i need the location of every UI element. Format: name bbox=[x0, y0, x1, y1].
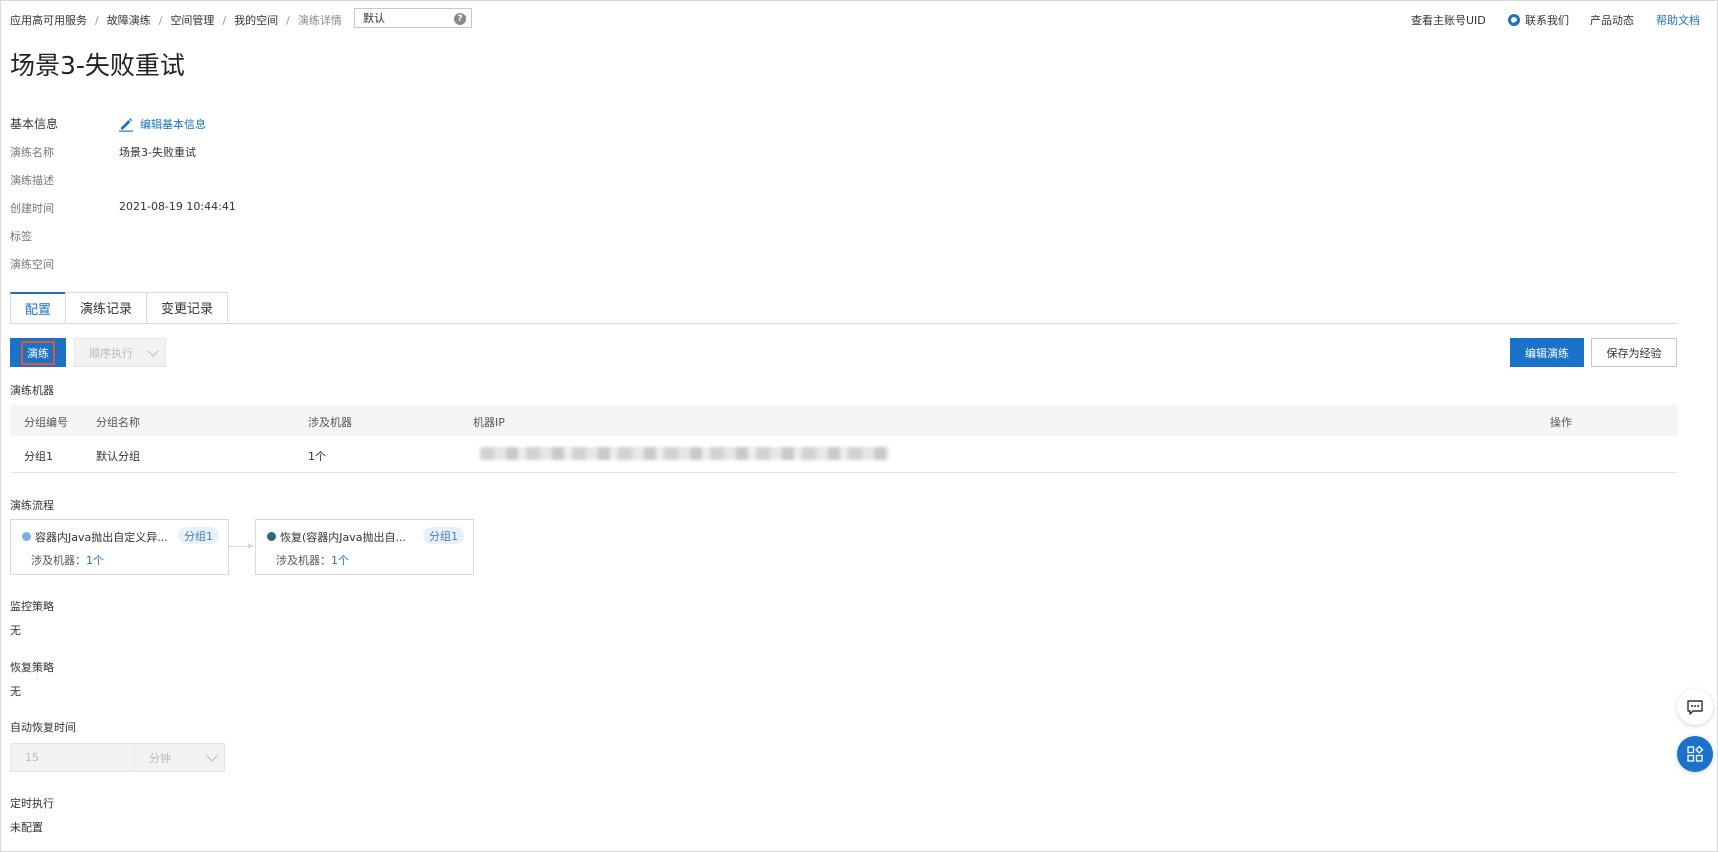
help-icon[interactable]: ? bbox=[454, 13, 466, 25]
save-as-experience-button[interactable]: 保存为经验 bbox=[1591, 338, 1677, 367]
info-value-created-time: 2021-08-19 10:44:41 bbox=[119, 200, 236, 213]
info-key-created-time: 创建时间 bbox=[10, 202, 54, 215]
column-header-machines: 涉及机器 bbox=[308, 416, 352, 429]
machines-section-title: 演练机器 bbox=[10, 384, 54, 397]
flow-node-title: 恢复(容器内Java抛出自... bbox=[280, 531, 407, 544]
chevron-down-icon bbox=[206, 749, 218, 762]
drill-button[interactable]: 演练 bbox=[10, 338, 66, 367]
breadcrumb-separator: / bbox=[158, 13, 163, 27]
status-dot-icon bbox=[22, 532, 31, 541]
flow-node-recover[interactable]: 恢复(容器内Java抛出自... 分组1 涉及机器：1个 bbox=[255, 519, 474, 575]
schedule-label: 定时执行 bbox=[10, 797, 54, 810]
breadcrumb-separator: / bbox=[95, 13, 99, 27]
recovery-strategy-label: 恢复策略 bbox=[10, 661, 54, 674]
exec-mode-value: 顺序执行 bbox=[89, 346, 133, 360]
flow-node-group-tag: 分组1 bbox=[423, 527, 464, 544]
edit-drill-button[interactable]: 编辑演练 bbox=[1510, 338, 1584, 367]
flow-node-machines-value[interactable]: 1个 bbox=[86, 554, 104, 567]
contact-us-label: 联系我们 bbox=[1525, 14, 1569, 27]
monitor-strategy-label: 监控策略 bbox=[10, 600, 54, 613]
breadcrumb-item-my-space[interactable]: 我的空间 bbox=[234, 12, 278, 28]
edit-icon bbox=[119, 118, 133, 132]
column-header-operations: 操作 bbox=[1550, 416, 1572, 429]
flow-node-machines-label: 涉及机器： bbox=[276, 554, 331, 567]
machine-ip-redacted bbox=[480, 447, 890, 460]
flow-node-machines-label: 涉及机器： bbox=[31, 554, 86, 567]
flow-node-title: 容器内Java抛出自定义异... bbox=[35, 531, 168, 544]
apps-grid-icon bbox=[1687, 745, 1704, 762]
recovery-strategy-value: 无 bbox=[10, 685, 21, 698]
breadcrumb-separator: / bbox=[286, 13, 290, 27]
tab-change-records[interactable]: 变更记录 bbox=[146, 292, 229, 322]
column-header-machine-ip: 机器IP bbox=[473, 416, 505, 429]
breadcrumb-item-service[interactable]: 应用高可用服务 bbox=[10, 12, 87, 28]
info-key-tags: 标签 bbox=[10, 230, 32, 243]
machines-table-header: 分组编号 分组名称 涉及机器 机器IP 操作 bbox=[10, 405, 1678, 436]
flow-node-inject[interactable]: 容器内Java抛出自定义异... 分组1 涉及机器：1个 bbox=[10, 519, 229, 575]
contact-us-link[interactable]: 联系我们 bbox=[1508, 12, 1569, 28]
column-header-group-name: 分组名称 bbox=[96, 416, 140, 429]
chevron-down-icon bbox=[147, 344, 159, 357]
tab-divider bbox=[10, 323, 1678, 324]
breadcrumb-separator: / bbox=[222, 13, 227, 27]
view-uid-link[interactable]: 查看主账号UID bbox=[1411, 12, 1486, 28]
auto-recover-unit-select: 分钟 bbox=[135, 743, 225, 772]
auto-recover-input: 15 bbox=[10, 743, 135, 772]
edit-basic-info-label: 编辑基本信息 bbox=[140, 118, 206, 131]
schedule-value: 未配置 bbox=[10, 821, 43, 834]
chat-icon bbox=[1687, 700, 1703, 715]
breadcrumb-item-current: 演练详情 bbox=[297, 14, 342, 27]
exec-mode-select: 顺序执行 bbox=[74, 338, 166, 367]
cell-group-name: 默认分组 bbox=[96, 450, 140, 463]
auto-recover-label: 自动恢复时间 bbox=[10, 721, 76, 734]
flow-node-group-tag: 分组1 bbox=[178, 527, 219, 544]
contact-icon bbox=[1508, 14, 1520, 26]
info-key-name: 演练名称 bbox=[10, 146, 54, 159]
page-title: 场景3-失败重试 bbox=[10, 51, 185, 80]
tab-bar: 配置 演练记录 变更记录 bbox=[10, 292, 229, 323]
breadcrumb-item-space-management[interactable]: 空间管理 bbox=[170, 12, 214, 28]
product-news-link[interactable]: 产品动态 bbox=[1590, 12, 1634, 28]
flow-node-machines: 涉及机器：1个 bbox=[31, 552, 104, 568]
workspace-select-value: 默认 bbox=[363, 12, 385, 25]
table-row: 分组1 默认分组 1个 bbox=[10, 436, 1678, 473]
info-key-description: 演练描述 bbox=[10, 174, 54, 187]
info-key-space: 演练空间 bbox=[10, 258, 54, 271]
auto-recover-unit-value: 分钟 bbox=[149, 751, 171, 765]
basic-info-title: 基本信息 bbox=[10, 117, 59, 131]
breadcrumb-item-fault-drill[interactable]: 故障演练 bbox=[107, 12, 151, 28]
tab-drill-records[interactable]: 演练记录 bbox=[65, 292, 148, 322]
info-value-name: 场景3-失败重试 bbox=[119, 146, 196, 159]
status-dot-icon bbox=[267, 532, 276, 541]
edit-basic-info-button[interactable]: 编辑基本信息 bbox=[118, 116, 206, 132]
drill-button-label: 演练 bbox=[21, 340, 55, 365]
flow-node-machines: 涉及机器：1个 bbox=[276, 552, 349, 568]
tab-config[interactable]: 配置 bbox=[10, 292, 67, 323]
flow-section-title: 演练流程 bbox=[10, 499, 54, 512]
help-docs-link[interactable]: 帮助文档 bbox=[1656, 12, 1700, 28]
cell-machines: 1个 bbox=[308, 450, 326, 463]
breadcrumb: 应用高可用服务 / 故障演练 / 空间管理 / 我的空间 / 演练详情 bbox=[10, 12, 342, 28]
column-header-group-id: 分组编号 bbox=[24, 416, 68, 429]
cell-group-id: 分组1 bbox=[24, 450, 53, 463]
flow-node-machines-value[interactable]: 1个 bbox=[331, 554, 349, 567]
monitor-strategy-value: 无 bbox=[10, 624, 21, 637]
chat-button[interactable] bbox=[1677, 689, 1713, 725]
flow-arrow bbox=[229, 543, 254, 549]
apps-button[interactable] bbox=[1677, 736, 1713, 772]
